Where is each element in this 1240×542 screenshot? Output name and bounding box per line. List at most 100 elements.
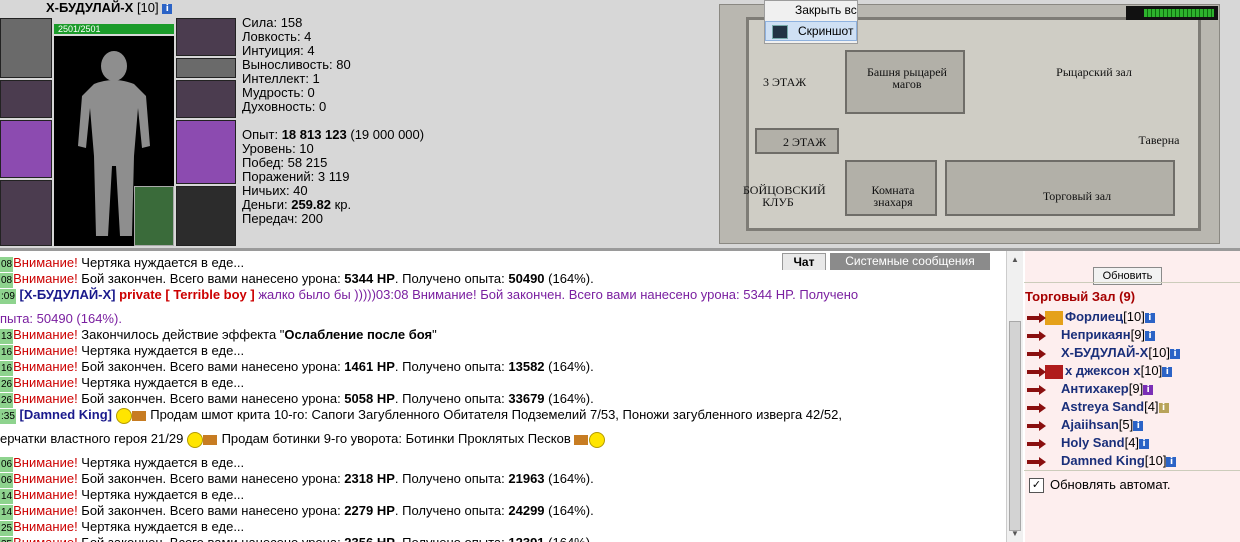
user-name[interactable]: х джексон х — [1065, 363, 1141, 378]
user-level: [4] — [1144, 399, 1159, 414]
private-message-arrow-icon[interactable] — [1027, 330, 1047, 342]
user-list-item[interactable]: Неприкаян[9] i — [1027, 327, 1156, 342]
message-bold: 2279 HP — [344, 503, 395, 518]
auto-refresh[interactable]: ✓ Обновлять автомат. — [1029, 477, 1170, 494]
warning-label: Внимание! — [13, 375, 78, 390]
seller-smiley-icon — [186, 431, 203, 448]
timestamp: 08 — [0, 257, 14, 272]
user-list-item[interactable]: Damned King[10] i — [1027, 453, 1177, 468]
info-icon[interactable]: i — [1139, 438, 1150, 449]
auto-refresh-checkbox[interactable]: ✓ — [1029, 478, 1044, 494]
knights-hall-link[interactable]: Рыцарский зал — [1039, 66, 1149, 78]
info-icon[interactable]: i — [1158, 402, 1169, 413]
helmet-slot[interactable] — [0, 18, 52, 78]
info-icon[interactable]: i — [1162, 366, 1173, 377]
trade-hall-room[interactable]: Торговый зал — [945, 160, 1175, 216]
chat-message: ерчатки властного героя 21/29 Продам бот… — [0, 431, 606, 448]
private-text: жалко было бы )))))03:08 Внимание! Бой з… — [254, 287, 859, 302]
healer-room[interactable]: Комната знахаря — [845, 160, 937, 216]
message-bold: 50490 — [508, 271, 545, 286]
user-list-item[interactable]: Антихакер[9] i — [1027, 381, 1154, 396]
stat-transfers: Передач: 200 — [242, 211, 323, 226]
warning-label: Внимание! — [13, 519, 78, 534]
context-menu: Закрыть вс Скриншот — [764, 0, 858, 44]
info-icon[interactable]: i — [1144, 312, 1155, 323]
armor-slot[interactable] — [0, 180, 52, 246]
private-message-arrow-icon[interactable] — [1027, 402, 1047, 414]
info-icon[interactable]: i — [1166, 456, 1177, 467]
stat-intuition: Интуиция: 4 — [242, 43, 315, 58]
user-name[interactable]: Неприкаян — [1061, 327, 1131, 342]
stat-strength: Сила: 158 — [242, 15, 303, 30]
user-list-item[interactable]: х джексон х[10] i — [1027, 363, 1173, 379]
info-icon[interactable]: i — [1145, 330, 1156, 341]
info-icon[interactable]: i — [1143, 384, 1154, 395]
chat-message: :35 [Damned King] Продам шмот крита 10-г… — [0, 407, 842, 424]
private-tag[interactable]: private [ Terrible boy ] — [119, 287, 255, 302]
user-level: [5] — [1118, 417, 1134, 432]
boots-slot[interactable] — [176, 186, 236, 246]
message-text: (164%). — [544, 471, 594, 486]
user-level: [10] — [1123, 309, 1145, 324]
info-icon[interactable]: i — [1133, 420, 1144, 431]
amulet-slot[interactable] — [0, 80, 52, 118]
user-name[interactable]: Ajaiihsan — [1061, 417, 1119, 432]
user-list-item[interactable]: Форлиец[10] i — [1027, 309, 1155, 325]
tavern-link[interactable]: Таверна — [1129, 134, 1189, 146]
tab-chat[interactable]: Чат — [782, 253, 826, 270]
earring-slot[interactable] — [176, 18, 236, 56]
character-name[interactable]: Х-БУДУЛАЙ-Х [10] i — [46, 0, 173, 15]
message-bold: 33679 — [508, 391, 545, 406]
floor3-link[interactable]: 3 ЭТАЖ — [763, 76, 806, 88]
user-list-item[interactable]: Ajaiihsan[5] i — [1027, 417, 1144, 432]
chat-sender[interactable]: [Damned King] — [20, 407, 112, 422]
screenshot-menu-item[interactable]: Скриншот — [765, 21, 857, 41]
chat-scrollbar[interactable]: ▲ ▼ — [1006, 251, 1023, 542]
user-list-item[interactable]: Х-БУДУЛАЙ-Х[10] i — [1027, 345, 1180, 360]
floor2-room[interactable]: 2 ЭТАЖ — [755, 128, 839, 154]
message-text: (164%). — [544, 391, 594, 406]
tab-system-messages[interactable]: Системные сообщения — [830, 253, 990, 270]
user-name[interactable]: Astreya Sand — [1061, 399, 1144, 414]
private-message-arrow-icon[interactable] — [1027, 366, 1047, 378]
user-name[interactable]: Damned King — [1061, 453, 1145, 468]
room-title: Торговый Зал (9) — [1025, 289, 1136, 304]
info-icon[interactable]: i — [1170, 348, 1180, 359]
timestamp: 06 — [0, 473, 14, 488]
chat-sender[interactable]: [Х-БУДУЛАЙ-Х] — [20, 287, 116, 302]
stat-endurance: Выносливость: 80 — [242, 57, 351, 72]
scroll-up-icon[interactable]: ▲ — [1009, 253, 1021, 267]
timestamp: 35 — [0, 537, 14, 542]
message-text: Бой закончен. Всего вами нанесено урона: — [77, 391, 345, 406]
chat-message: 14Внимание! Чертяка нуждается в еде... — [0, 487, 244, 504]
message-bold: Ослабление после боя — [284, 327, 433, 342]
user-name[interactable]: Х-БУДУЛАЙ-Х — [1061, 345, 1148, 360]
scroll-down-icon[interactable]: ▼ — [1009, 527, 1021, 541]
user-list-item[interactable]: Astreya Sand[4] i — [1027, 399, 1169, 414]
private-message-arrow-icon[interactable] — [1027, 456, 1047, 468]
user-name[interactable]: Holy Sand — [1061, 435, 1125, 450]
private-message-arrow-icon[interactable] — [1027, 384, 1047, 396]
hp-bar: 2501/2501 — [54, 24, 174, 34]
message-bold: 13582 — [508, 359, 545, 374]
fight-club-link[interactable]: БОЙЦОВСКИЙ КЛУБ — [743, 184, 826, 208]
message-bold: 12391 — [508, 535, 544, 542]
user-name[interactable]: Антихакер — [1061, 381, 1129, 396]
weapon-slot[interactable] — [0, 120, 52, 178]
private-message-arrow-icon[interactable] — [1027, 420, 1047, 432]
gloves-slot[interactable] — [176, 80, 236, 118]
private-message-arrow-icon[interactable] — [1027, 312, 1047, 324]
pet-slot[interactable] — [134, 186, 174, 246]
close-all-menu-item[interactable]: Закрыть вс — [765, 1, 857, 21]
scroll-thumb[interactable] — [1009, 321, 1021, 531]
shield-slot[interactable] — [176, 120, 236, 184]
knights-mages-room[interactable]: Башня рыцарей магов — [845, 50, 965, 114]
user-list-item[interactable]: Holy Sand[4] i — [1027, 435, 1150, 450]
message-text: (164%). — [544, 359, 594, 374]
user-name[interactable]: Форлиец — [1065, 309, 1123, 324]
private-message-arrow-icon[interactable] — [1027, 438, 1047, 450]
rings-slot[interactable] — [176, 58, 236, 78]
private-message-arrow-icon[interactable] — [1027, 348, 1047, 360]
timestamp: :09 — [0, 289, 16, 304]
info-icon[interactable]: i — [162, 3, 173, 14]
